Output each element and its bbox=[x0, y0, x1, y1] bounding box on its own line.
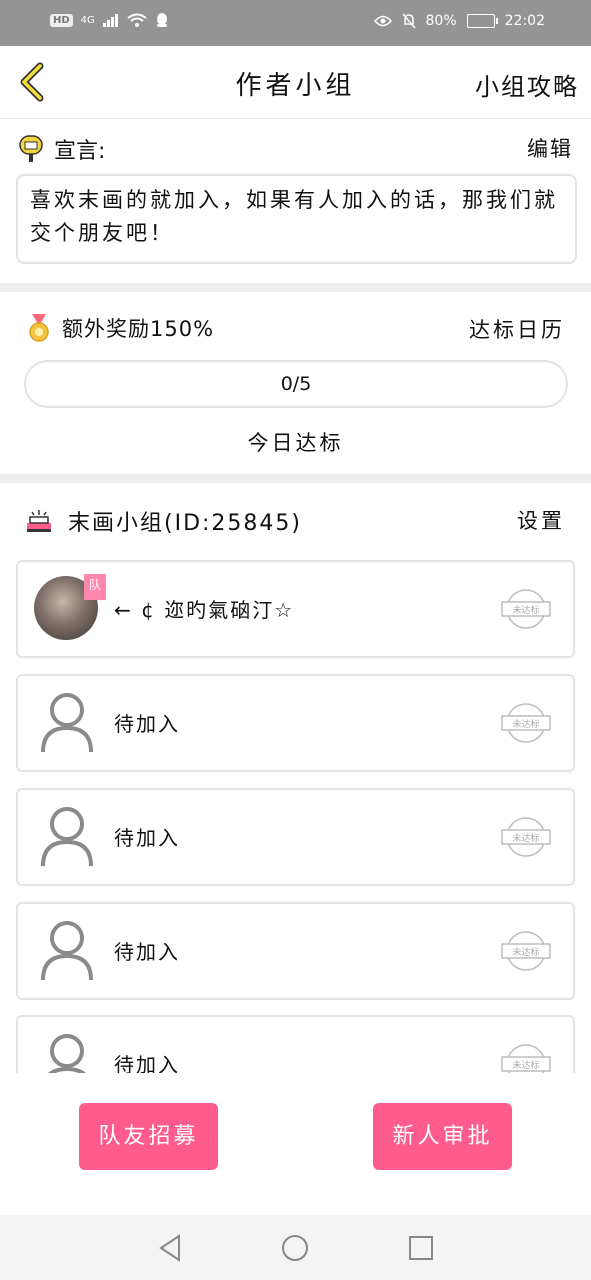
goal-calendar-link[interactable]: 达标日历 bbox=[469, 314, 565, 344]
nav-back-icon[interactable] bbox=[155, 1233, 185, 1263]
stamp-icon: 未达标 bbox=[501, 589, 551, 629]
declaration-text: 喜欢末画的就加入，如果有人加入的话，那我们就交个朋友吧！ bbox=[16, 174, 577, 264]
status-bar: HD 4G 80% 22:02 bbox=[0, 0, 591, 46]
qq-icon bbox=[156, 13, 167, 27]
member-card[interactable]: 待加入 未达标 bbox=[16, 788, 575, 886]
system-nav-bar bbox=[0, 1215, 591, 1280]
eye-icon bbox=[373, 15, 392, 27]
nav-recent-icon[interactable] bbox=[406, 1233, 436, 1263]
battery-icon bbox=[466, 14, 498, 28]
person-icon bbox=[48, 1034, 86, 1073]
today-goal-label: 今日达标 bbox=[247, 431, 344, 455]
group-header: 末画小组(ID:25845) bbox=[26, 505, 302, 537]
stamp-icon: 未达标 bbox=[501, 1044, 551, 1073]
edit-button[interactable]: 编辑 bbox=[527, 133, 573, 163]
leader-badge: 队 bbox=[84, 574, 106, 600]
mute-bell-icon bbox=[401, 13, 416, 29]
stamp-text: 未达标 bbox=[512, 1059, 539, 1071]
member-card[interactable]: 待加入 未达标 bbox=[16, 674, 575, 772]
hd-icon: HD bbox=[50, 13, 73, 27]
network-label: 4G bbox=[80, 14, 95, 26]
status-left: HD 4G bbox=[50, 12, 169, 28]
mailbox-icon bbox=[19, 135, 43, 162]
member-name: ← ¢ 迩旳氣硇汀☆ bbox=[114, 598, 295, 622]
approve-button[interactable]: 新人审批 bbox=[373, 1103, 512, 1170]
member-name: 待加入 bbox=[114, 712, 180, 736]
clock: 22:02 bbox=[504, 13, 545, 29]
person-icon bbox=[41, 807, 93, 867]
signal-icon bbox=[102, 14, 118, 27]
recruit-button[interactable]: 队友招募 bbox=[79, 1103, 218, 1170]
person-icon bbox=[41, 693, 93, 753]
progress-bar: 0/5 bbox=[24, 360, 568, 408]
declaration-label: 宣言: bbox=[54, 139, 106, 164]
member-card[interactable]: 队 ← ¢ 迩旳氣硇汀☆ 未达标 bbox=[16, 560, 575, 658]
progress-text: 0/5 bbox=[280, 373, 312, 395]
group-name: 末画小组(ID:25845) bbox=[68, 511, 302, 536]
reward-header: 额外奖励150% bbox=[28, 313, 214, 343]
nav-home-icon[interactable] bbox=[280, 1233, 310, 1263]
stamp-text: 未达标 bbox=[512, 832, 539, 844]
member-card[interactable]: 待加入 未达标 bbox=[16, 902, 575, 1000]
medal-icon bbox=[29, 314, 49, 342]
stamp-text: 未达标 bbox=[512, 946, 539, 958]
battery-percent: 80% bbox=[425, 13, 457, 29]
group-icon bbox=[27, 510, 51, 532]
settings-button[interactable]: 设置 bbox=[517, 505, 565, 535]
member-card[interactable]: 待加入 未达标 bbox=[16, 1015, 575, 1073]
stamp-text: 未达标 bbox=[512, 604, 539, 616]
status-right: 80% 22:02 bbox=[373, 13, 545, 29]
top-bar: 作者小组 小组攻略 bbox=[0, 46, 591, 119]
stamp-icon: 未达标 bbox=[501, 703, 551, 743]
member-name: 待加入 bbox=[114, 940, 180, 964]
reward-label: 额外奖励150% bbox=[62, 317, 215, 341]
group-guide-link[interactable]: 小组攻略 bbox=[475, 67, 579, 102]
member-name: 待加入 bbox=[114, 826, 180, 850]
stamp-icon: 未达标 bbox=[501, 817, 551, 857]
member-list[interactable]: 队 ← ¢ 迩旳氣硇汀☆ 未达标 待加入 未达标 待加入 未达标 待加入 未达标… bbox=[16, 560, 575, 1073]
person-icon bbox=[41, 921, 93, 981]
stamp-icon: 未达标 bbox=[501, 931, 551, 971]
section-divider bbox=[0, 283, 591, 292]
stamp-text: 未达标 bbox=[512, 718, 539, 730]
member-name: 待加入 bbox=[114, 1053, 180, 1073]
declaration-header: 宣言: bbox=[18, 133, 105, 165]
section-divider bbox=[0, 474, 591, 483]
wifi-icon bbox=[127, 13, 147, 27]
